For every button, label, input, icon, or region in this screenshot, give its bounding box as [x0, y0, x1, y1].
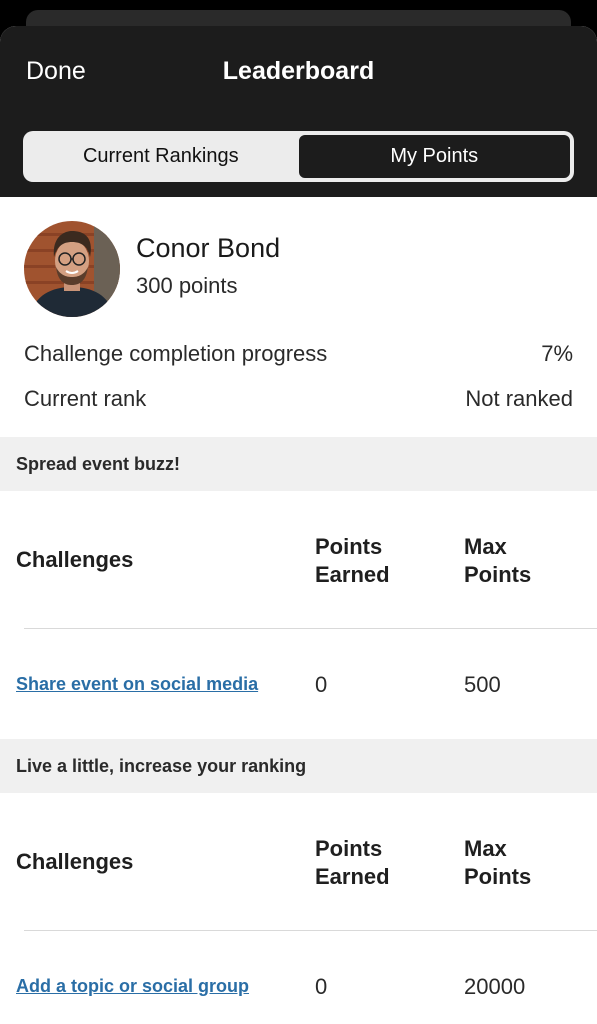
- max-points-value: 20000: [464, 974, 526, 999]
- challenge-link[interactable]: Add a topic or social group: [16, 976, 249, 997]
- table-header: Challenges Points Earned Max Points: [0, 793, 597, 931]
- table-header: Challenges Points Earned Max Points: [0, 491, 597, 629]
- user-name: Conor Bond: [136, 233, 281, 263]
- column-header-challenges: Challenges: [16, 547, 134, 572]
- stat-row-progress: Challenge completion progress 7%: [24, 341, 573, 367]
- user-points: 300 points: [136, 273, 238, 298]
- header: Done Leaderboard Current Rankings My Poi…: [0, 26, 597, 197]
- avatar: [24, 221, 120, 317]
- column-header-max-points: Max Points: [464, 836, 532, 889]
- tab-current-rankings[interactable]: Current Rankings: [25, 133, 297, 180]
- stat-label: Challenge completion progress: [24, 341, 328, 366]
- column-header-max-points: Max Points: [464, 534, 532, 587]
- points-earned-value: 0: [315, 672, 328, 697]
- leaderboard-sheet: Done Leaderboard Current Rankings My Poi…: [0, 26, 597, 1024]
- column-header-points-earned: Points Earned: [315, 836, 390, 889]
- segmented-control: Current Rankings My Points: [23, 131, 574, 182]
- table-row: Share event on social media 0 500: [0, 629, 597, 739]
- challenge-sections: Spread event buzz! Challenges Points Ear…: [0, 437, 597, 1024]
- section-header: Live a little, increase your ranking: [0, 739, 597, 793]
- points-earned-value: 0: [315, 974, 328, 999]
- stat-value: 7%: [541, 341, 573, 366]
- challenge-link[interactable]: Share event on social media: [16, 674, 258, 695]
- tab-my-points[interactable]: My Points: [296, 133, 572, 180]
- page-title: Leaderboard: [222, 57, 375, 85]
- screen: Done Leaderboard Current Rankings My Poi…: [0, 0, 597, 1024]
- stat-value: Not ranked: [465, 386, 573, 411]
- column-header-points-earned: Points Earned: [315, 534, 390, 587]
- section-header: Spread event buzz!: [0, 437, 597, 491]
- table-row: Add a topic or social group 0 20000: [0, 931, 597, 1024]
- stat-row-rank: Current rank Not ranked: [24, 386, 573, 412]
- stat-label: Current rank: [24, 386, 147, 411]
- column-header-challenges: Challenges: [16, 849, 134, 874]
- max-points-value: 500: [464, 672, 501, 697]
- avatar-photo: [24, 221, 120, 317]
